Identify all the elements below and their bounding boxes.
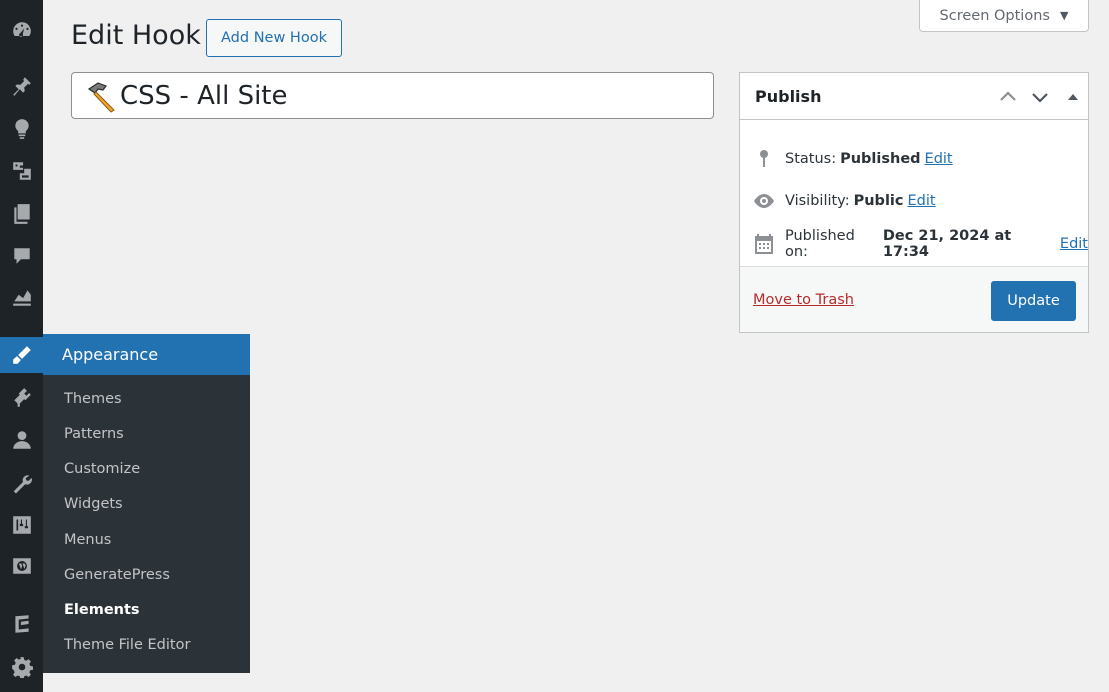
move-down-icon[interactable] [1028,85,1052,109]
publish-status-row: Status: Published Edit [752,147,953,171]
status-label: Status: [785,151,837,167]
publish-box-header: Publish [740,73,1088,120]
screen-options-label: Screen Options [939,7,1050,24]
submenu-item-customize[interactable]: Customize [64,452,244,487]
media-icon[interactable] [0,153,43,189]
settings-sliders-icon[interactable] [0,507,43,543]
visibility-value: Public [853,193,904,209]
generatepress-icon[interactable] [0,606,43,642]
publish-date-row: Published on: Dec 21, 2024 at 17:34 Edit [752,228,1088,260]
submenu-item-theme-file-editor[interactable]: Theme File Editor [64,628,244,663]
wordpress-icon[interactable] [0,548,43,584]
publish-box-title: Publish [755,87,822,106]
collapse-toggle-icon[interactable] [1061,85,1085,109]
publish-box: Publish Status: Published Edit Visibilit… [739,72,1089,333]
screen-options-button[interactable]: Screen Options ▼ [919,0,1089,32]
published-on-label: Published on: [785,228,855,260]
pages-icon[interactable] [0,196,43,232]
users-icon[interactable] [0,422,43,458]
move-to-trash-link[interactable]: Move to Trash [753,292,854,308]
chart-icon[interactable] [0,279,43,315]
hammer-icon [87,81,115,113]
submenu-item-themes[interactable]: Themes [64,382,244,417]
eye-icon [752,189,776,213]
submenu-item-menus[interactable]: Menus [64,523,244,558]
edit-status-link[interactable]: Edit [925,151,953,167]
edit-visibility-link[interactable]: Edit [907,193,935,209]
submenu-item-widgets[interactable]: Widgets [64,487,244,522]
calendar-icon [752,232,776,256]
tools-icon[interactable] [0,465,43,501]
plugins-icon[interactable] [0,380,43,416]
submenu-item-patterns[interactable]: Patterns [64,417,244,452]
pin-icon[interactable] [0,68,43,104]
submenu-heading-appearance[interactable]: Appearance [43,334,250,375]
dashboard-icon[interactable] [0,12,43,48]
edit-date-link[interactable]: Edit [1060,236,1088,252]
visibility-label: Visibility: [785,193,850,209]
appearance-submenu: Appearance Themes Patterns Customize Wid… [43,334,250,673]
caret-down-icon: ▼ [1059,9,1069,22]
gear-icon[interactable] [0,649,43,685]
update-button[interactable]: Update [991,281,1076,321]
add-new-hook-button[interactable]: Add New Hook [206,19,342,57]
admin-sidebar [0,0,43,692]
lightbulb-icon[interactable] [0,111,43,147]
submenu-item-elements[interactable]: Elements [64,593,244,628]
title-field[interactable]: CSS - All Site [71,72,714,119]
published-on-value: Dec 21, 2024 at 17:34 [882,228,1012,260]
title-value: CSS - All Site [120,80,288,111]
pin-icon [752,147,776,171]
page-title: Edit Hook [71,20,201,51]
appearance-icon[interactable] [0,337,43,373]
comments-icon[interactable] [0,238,43,274]
publish-actions: Move to Trash Update [740,266,1088,332]
add-new-hook-label: Add New Hook [221,30,327,46]
submenu-item-generatepress[interactable]: GeneratePress [64,558,244,593]
move-up-icon[interactable] [996,85,1020,109]
publish-visibility-row: Visibility: Public Edit [752,189,936,213]
status-value: Published [840,151,921,167]
update-label: Update [1007,293,1060,309]
